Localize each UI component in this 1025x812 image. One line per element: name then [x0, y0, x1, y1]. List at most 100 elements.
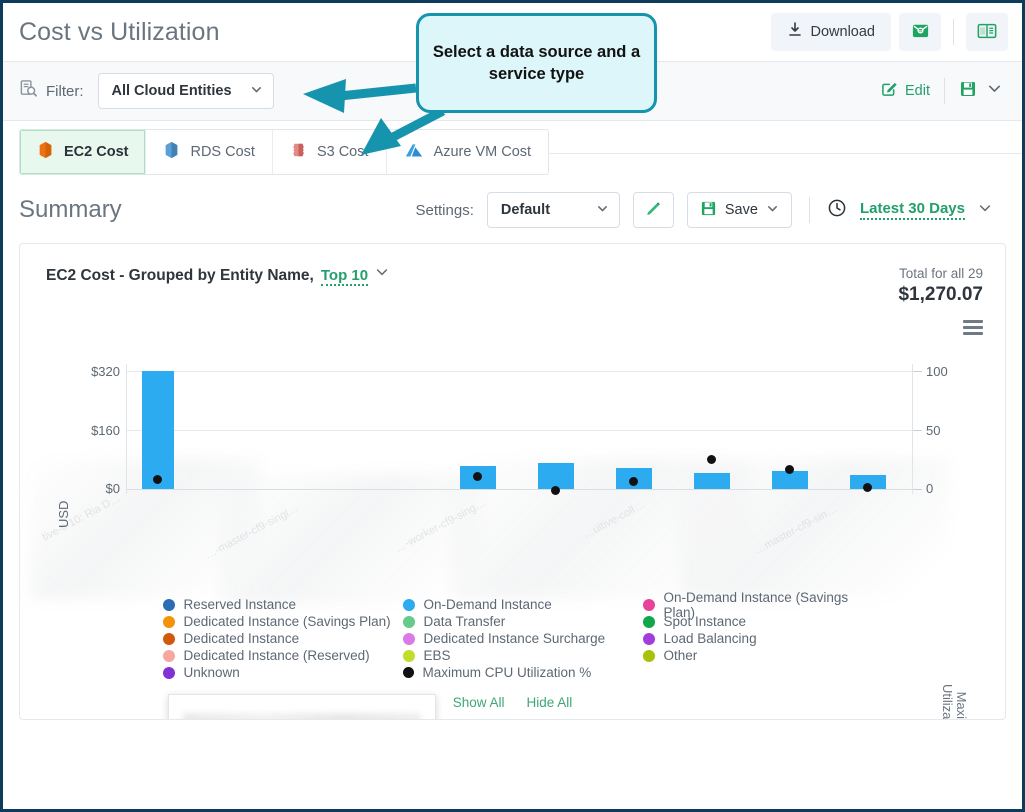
download-label: Download: [810, 24, 876, 40]
legend-column-1: Reserved Instance Dedicated Instance (Sa…: [162, 596, 403, 681]
y-tick-left: $320: [91, 364, 120, 379]
cpu-point-2[interactable]: [473, 472, 482, 481]
download-icon: [787, 22, 803, 42]
legend-item[interactable]: Reserved Instance: [162, 596, 403, 613]
legend-label: Dedicated Instance: [183, 631, 300, 646]
gridline: [126, 371, 912, 372]
summary-row: Summary Settings: Default Save Latest 30…: [3, 177, 1022, 243]
save-label: Save: [724, 202, 758, 218]
hamburger-menu-icon[interactable]: [963, 320, 983, 338]
bar-1[interactable]: [142, 371, 174, 489]
legend-label: Unknown: [183, 665, 240, 680]
cpu-point-3[interactable]: [551, 486, 560, 495]
legend-label: Dedicated Instance (Savings Plan): [183, 614, 391, 629]
header-divider: [953, 19, 954, 45]
download-button[interactable]: Download: [770, 13, 891, 51]
callout-text: Select a data source and a service type: [432, 42, 641, 83]
legend-label: Maximum CPU Utilization %: [422, 665, 592, 680]
show-all-link[interactable]: Show All: [453, 695, 505, 710]
application-window: Cost vs Utilization Download Filter: All…: [0, 0, 1025, 812]
gridline: [126, 430, 912, 431]
settings-select[interactable]: Default: [486, 192, 620, 228]
floppy-disk-icon: [700, 200, 717, 221]
y-tick-right: 50: [926, 423, 941, 438]
cloud-entity-select[interactable]: All Cloud Entities: [97, 73, 274, 109]
legend-item[interactable]: Dedicated Instance: [162, 630, 403, 647]
filter-label: Filter:: [46, 82, 84, 100]
legend-item[interactable]: Dedicated Instance Surcharge: [402, 630, 643, 647]
legend-swatch: [402, 598, 415, 611]
book-open-button[interactable]: [966, 13, 1008, 51]
y-tick-left: $0: [105, 481, 120, 496]
legend-item[interactable]: Other: [642, 647, 883, 664]
cpu-point-6[interactable]: [785, 465, 794, 474]
mail-report-icon: [911, 21, 930, 43]
legend-item[interactable]: Unknown: [162, 664, 403, 681]
legend-swatch: [402, 667, 414, 678]
legend-item[interactable]: On-Demand Instance: [402, 596, 643, 613]
cpu-point-7[interactable]: [863, 483, 872, 492]
chevron-down-icon: [596, 202, 609, 219]
floppy-disk-icon[interactable]: [959, 80, 977, 103]
aws-rds-icon: [163, 141, 180, 163]
save-options-chevron-down-icon[interactable]: [987, 81, 1002, 101]
chart-total-block: Total for all 29 $1,270.07: [898, 266, 983, 343]
top-n-selector[interactable]: Top 10: [320, 267, 369, 286]
filter-bar-actions: Edit: [881, 78, 1006, 104]
total-label: Total for all 29: [898, 266, 983, 281]
legend-item[interactable]: Dedicated Instance (Savings Plan): [162, 613, 403, 630]
tabs-rule: [548, 152, 1022, 154]
tab-rds-cost[interactable]: RDS Cost: [146, 130, 273, 174]
filter-search-icon: [19, 79, 38, 103]
date-range-selector[interactable]: Latest 30 Days: [859, 200, 965, 220]
cpu-point-4[interactable]: [629, 477, 638, 486]
service-tabs-row: EC2 Cost RDS Cost S3 Cost Azure VM Cost: [3, 121, 1022, 177]
header-actions: Download: [770, 13, 1008, 51]
mail-report-button[interactable]: [899, 13, 941, 51]
legend-label: EBS: [423, 648, 451, 663]
summary-actions: Settings: Default Save Latest 30 Days: [416, 192, 993, 228]
legend-label: Spot Instance: [663, 614, 747, 629]
y-axis-left-label: USD: [56, 500, 71, 528]
tab-azure-vm-cost[interactable]: Azure VM Cost: [387, 130, 548, 174]
chevron-down-icon: [766, 202, 779, 219]
legend-swatch: [162, 666, 175, 679]
legend-swatch: [162, 615, 175, 628]
top-n-chevron-down-icon[interactable]: [375, 265, 389, 284]
legend-item[interactable]: Maximum CPU Utilization %: [402, 664, 643, 681]
legend-item[interactable]: EBS: [402, 647, 643, 664]
legend-swatch: [402, 649, 415, 662]
cpu-point-1[interactable]: [153, 475, 162, 484]
tab-s3-cost[interactable]: S3 Cost: [273, 130, 387, 174]
legend-item[interactable]: Dedicated Instance (Reserved): [162, 647, 403, 664]
tab-label: EC2 Cost: [64, 144, 129, 160]
legend-swatch: [162, 649, 175, 662]
cloud-entity-value: All Cloud Entities: [111, 83, 232, 99]
chart-plot-area: USD $320 $160 $0 100 50 0: [20, 344, 1005, 594]
settings-value: Default: [500, 202, 551, 218]
chevron-down-icon: [250, 83, 263, 100]
legend-label: Data Transfer: [423, 614, 506, 629]
cpu-point-5[interactable]: [707, 455, 716, 464]
edit-label: Edit: [905, 83, 930, 99]
page-title: Cost vs Utilization: [19, 17, 220, 46]
book-open-icon: [977, 22, 997, 43]
hide-all-link[interactable]: Hide All: [527, 695, 573, 710]
legend-column-2: On-Demand Instance Data Transfer Dedicat…: [402, 596, 643, 681]
legend-swatch: [642, 615, 655, 628]
tooltip-redacted-title: [183, 713, 421, 719]
legend-swatch: [642, 632, 655, 645]
chart-card: EC2 Cost - Grouped by Entity Name, Top 1…: [19, 243, 1006, 720]
date-chevron-down-icon[interactable]: [978, 201, 992, 220]
y-tick-left: $160: [91, 423, 120, 438]
edit-settings-button[interactable]: [632, 192, 674, 228]
bar-5[interactable]: [694, 473, 730, 489]
save-view-button[interactable]: Save: [686, 192, 792, 228]
axis-baseline: [126, 489, 912, 490]
tab-ec2-cost[interactable]: EC2 Cost: [20, 130, 147, 174]
edit-button[interactable]: Edit: [881, 81, 930, 102]
chart-tooltip: ● On-Demand Instance 250.21 ● Data Trans…: [168, 694, 436, 719]
legend-item[interactable]: Load Balancing: [642, 630, 883, 647]
legend-item[interactable]: Data Transfer: [402, 613, 643, 630]
legend-item[interactable]: On-Demand Instance (Savings Plan): [642, 590, 883, 620]
